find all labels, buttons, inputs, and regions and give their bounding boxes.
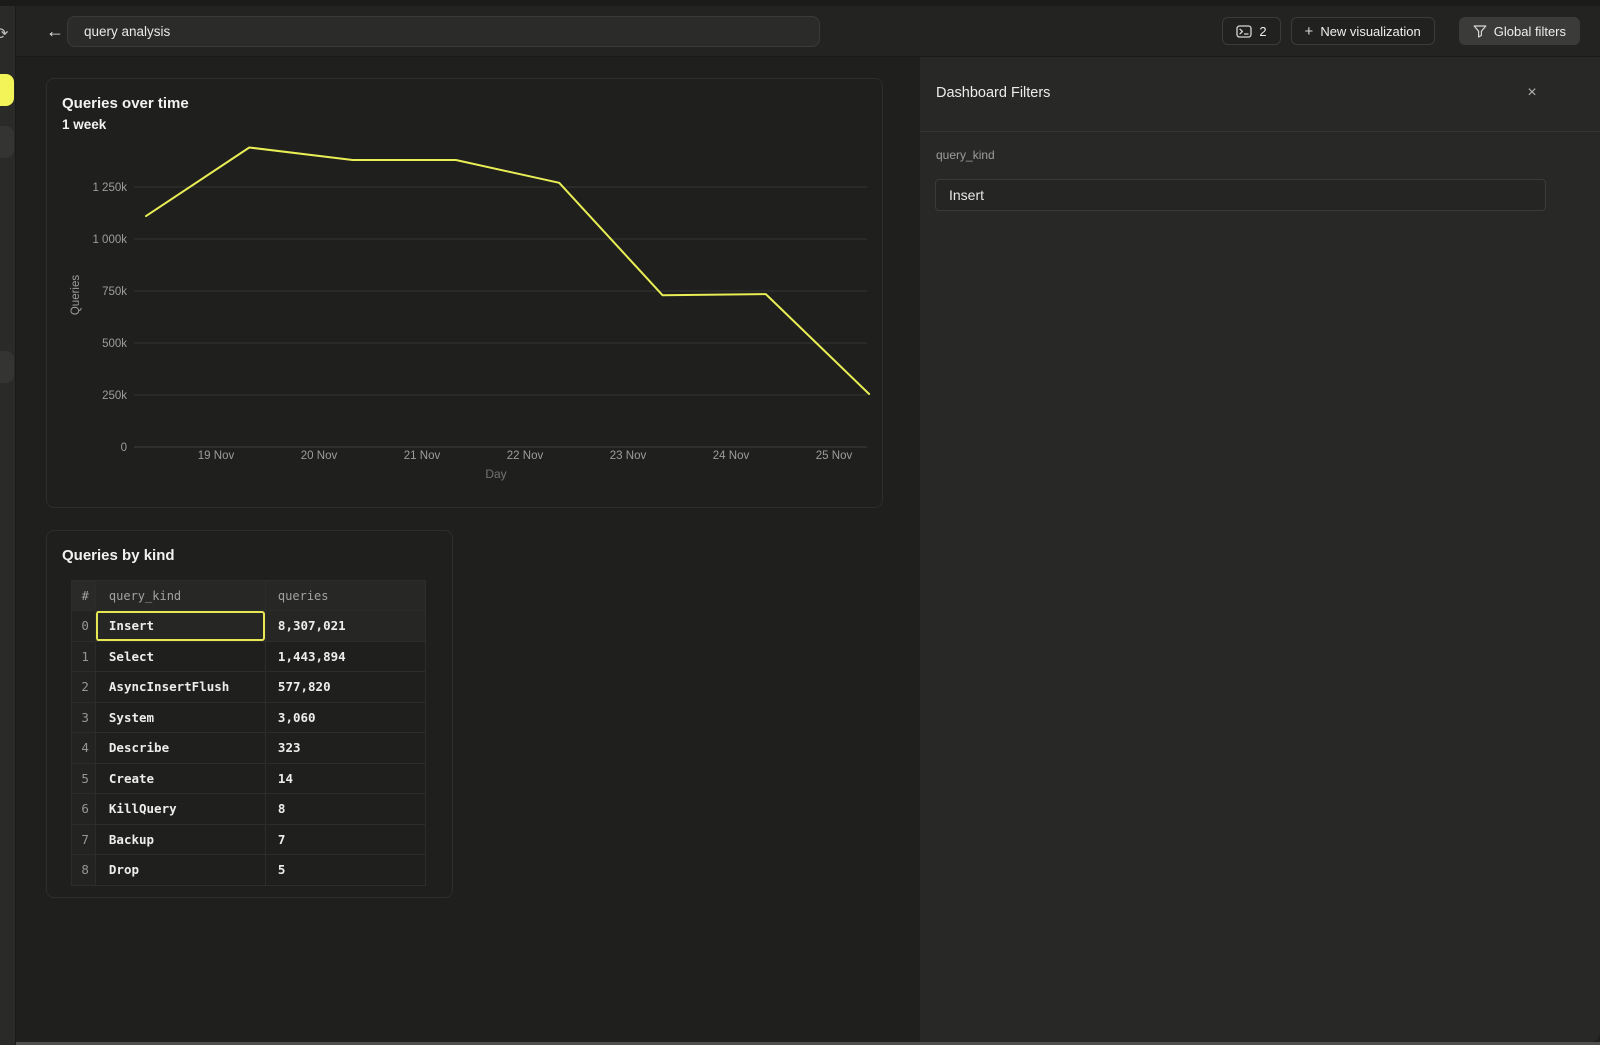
table-row: 8Drop5 [72, 854, 425, 885]
console-tabs-button[interactable]: 2 [1222, 17, 1280, 45]
sidebar-item[interactable] [0, 351, 14, 383]
dashboard-name-input[interactable] [67, 16, 820, 47]
table-row: 1Select1,443,894 [72, 641, 425, 672]
new-visualization-label: New visualization [1320, 24, 1420, 39]
cell-query-kind[interactable]: System [95, 703, 265, 733]
new-visualization-button[interactable]: + New visualization [1291, 17, 1435, 45]
filter-field-label: query_kind [936, 148, 995, 162]
column-header-query_kind: query_kind [95, 581, 265, 610]
global-filters-button[interactable]: Global filters [1459, 17, 1580, 45]
back-button[interactable]: ← [40, 17, 70, 45]
console-tab-count: 2 [1259, 24, 1266, 39]
cell-query-kind[interactable]: KillQuery [95, 794, 265, 824]
funnel-icon [1473, 24, 1487, 38]
table-row: 2AsyncInsertFlush577,820 [72, 671, 425, 702]
table-row: 6KillQuery8 [72, 793, 425, 824]
svg-text:19 Nov: 19 Nov [198, 450, 235, 462]
row-index: 1 [72, 642, 95, 672]
svg-text:25 Nov: 25 Nov [816, 450, 853, 462]
console-icon [1236, 25, 1252, 38]
cell-query-kind[interactable]: Describe [95, 733, 265, 763]
row-index: 2 [72, 672, 95, 702]
table-row: 3System3,060 [72, 702, 425, 733]
cell-queries[interactable]: 14 [265, 764, 425, 794]
queries-table: #query_kindqueries 0Insert8,307,0211Sele… [71, 580, 426, 886]
table-row: 4Describe323 [72, 732, 425, 763]
cell-queries[interactable]: 323 [265, 733, 425, 763]
cell-query-kind[interactable]: Drop [95, 855, 265, 885]
close-icon: × [1527, 84, 1536, 102]
svg-text:250k: 250k [102, 390, 127, 402]
cell-queries[interactable]: 577,820 [265, 672, 425, 702]
table-row: 5Create14 [72, 763, 425, 794]
cell-queries[interactable]: 3,060 [265, 703, 425, 733]
cell-query-kind[interactable]: Create [95, 764, 265, 794]
filters-panel-close-button[interactable]: × [1520, 81, 1544, 105]
sidebar: ⟳ [0, 6, 16, 1045]
cell-queries[interactable]: 8,307,021 [265, 611, 425, 641]
queries-by-kind-card: Queries by kind #query_kindqueries 0Inse… [46, 530, 453, 898]
table-body: 0Insert8,307,0211Select1,443,8942AsyncIn… [72, 610, 425, 885]
svg-text:23 Nov: 23 Nov [610, 450, 647, 462]
cell-query-kind[interactable]: Insert [95, 611, 265, 641]
queries-chart[interactable]: 0 250k 500k 750k 1 000k 1 250k 19 Nov 20 Nov 21 … [47, 79, 884, 509]
global-filters-label: Global filters [1494, 24, 1566, 39]
row-index: 0 [72, 611, 95, 641]
svg-text:Queries: Queries [70, 275, 82, 316]
cell-queries[interactable]: 5 [265, 855, 425, 885]
cell-queries[interactable]: 8 [265, 794, 425, 824]
cell-queries[interactable]: 1,443,894 [265, 642, 425, 672]
svg-text:21 Nov: 21 Nov [404, 450, 441, 462]
row-index: 6 [72, 794, 95, 824]
table-row: 7Backup7 [72, 824, 425, 855]
arrow-left-icon: ← [46, 21, 64, 42]
svg-text:750k: 750k [102, 286, 127, 298]
column-header-queries: queries [265, 581, 425, 610]
svg-text:0: 0 [121, 442, 127, 454]
row-index: 5 [72, 764, 95, 794]
row-index: 3 [72, 703, 95, 733]
topbar: ← 2 + New visualization Global filters [16, 6, 1600, 57]
svg-text:24 Nov: 24 Nov [713, 450, 750, 462]
svg-text:500k: 500k [102, 338, 127, 350]
queries-over-time-card: Queries over time 1 week 0250k500k750k1 … [46, 78, 883, 508]
sidebar-item-active[interactable] [0, 74, 14, 106]
history-icon[interactable]: ⟳ [0, 27, 8, 43]
svg-text:1 250k: 1 250k [92, 182, 127, 194]
row-index: 8 [72, 855, 95, 885]
row-index: 7 [72, 825, 95, 855]
filters-panel-title: Dashboard Filters [936, 85, 1050, 101]
sidebar-item[interactable] [0, 126, 14, 158]
svg-text:Day: Day [485, 467, 506, 481]
column-header-#: # [72, 581, 95, 610]
cell-query-kind[interactable]: Select [95, 642, 265, 672]
svg-text:20 Nov: 20 Nov [301, 450, 338, 462]
plus-icon: + [1305, 24, 1314, 39]
row-index: 4 [72, 733, 95, 763]
topbar-buttons: 2 + New visualization Global filters [1222, 17, 1580, 45]
filter-query-kind-input[interactable] [935, 179, 1546, 211]
cell-query-kind[interactable]: AsyncInsertFlush [95, 672, 265, 702]
table-title: Queries by kind [62, 547, 175, 564]
svg-text:1 000k: 1 000k [92, 234, 127, 246]
dashboard-filters-panel: Dashboard Filters × query_kind [920, 57, 1600, 1042]
table-header-row: #query_kindqueries [72, 581, 425, 610]
filters-panel-divider [920, 131, 1600, 132]
cell-queries[interactable]: 7 [265, 825, 425, 855]
table-row: 0Insert8,307,021 [72, 610, 425, 641]
svg-text:22 Nov: 22 Nov [507, 450, 544, 462]
cell-query-kind[interactable]: Backup [95, 825, 265, 855]
